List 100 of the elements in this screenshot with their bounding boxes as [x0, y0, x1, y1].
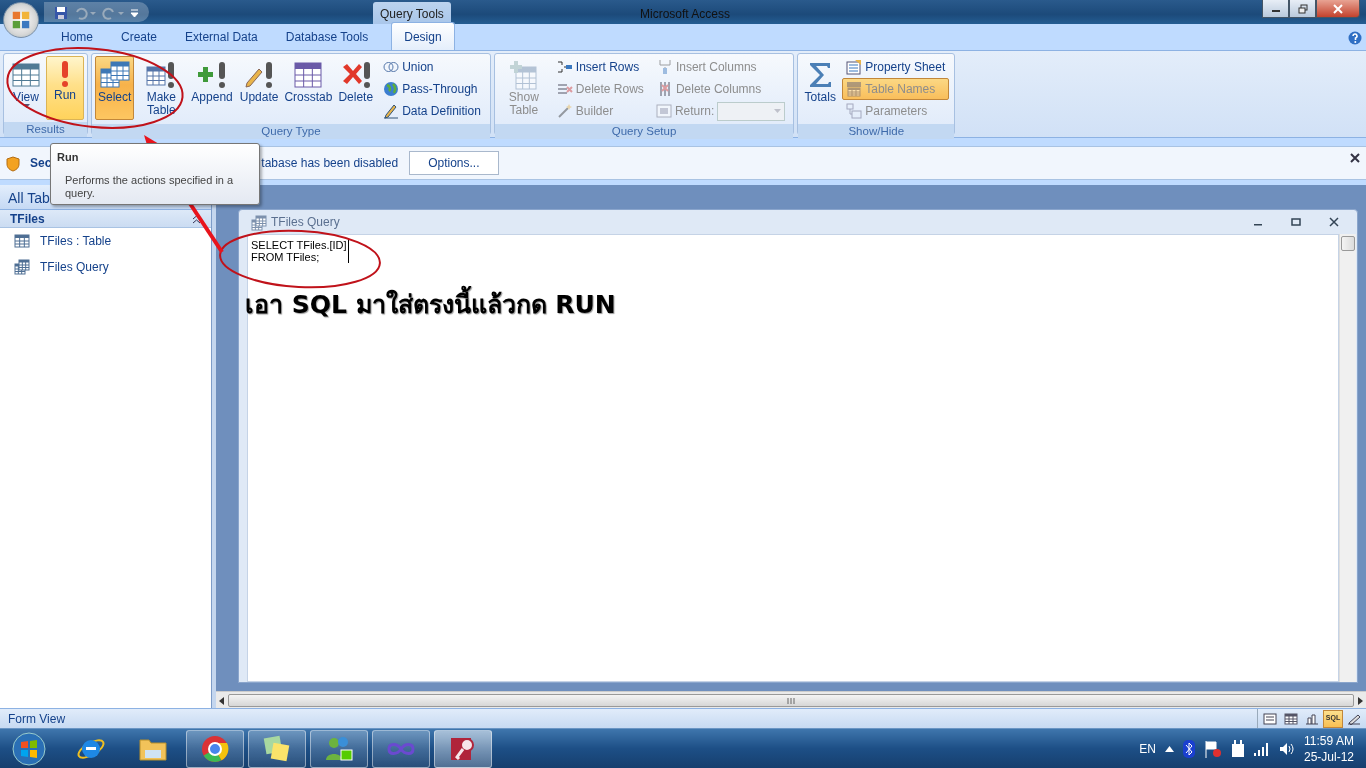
navigation-item[interactable]: TFiles : Table — [0, 228, 211, 254]
design-view-icon — [1347, 712, 1361, 725]
status-text: Form View — [8, 710, 66, 728]
wand-icon — [556, 103, 573, 119]
tooltip-title: Run — [57, 150, 80, 165]
help-icon — [1348, 30, 1362, 45]
chrome-icon — [200, 733, 230, 764]
window-title: Microsoft Access — [640, 6, 731, 23]
scroll-left-icon[interactable] — [219, 696, 225, 705]
bluetooth-icon — [1182, 739, 1195, 758]
options-button[interactable]: Options... — [409, 151, 499, 175]
sticky-notes-icon — [262, 733, 292, 764]
globe-icon — [383, 81, 400, 97]
field-label: Return: — [674, 103, 715, 120]
power-plug-icon — [1230, 739, 1245, 758]
table-icon — [14, 234, 30, 248]
taskbar-app[interactable] — [434, 729, 492, 768]
return-icon — [655, 103, 672, 119]
pencil-icon — [383, 103, 400, 119]
ribbon-button[interactable]: Make Table — [135, 56, 188, 120]
group-label: Query Type — [92, 124, 490, 139]
undo-arrow-icon — [74, 5, 96, 20]
vertical-scrollbar[interactable] — [1339, 234, 1356, 682]
ribbon-button[interactable]: Union — [379, 56, 485, 78]
restore-icon — [1297, 3, 1308, 14]
clock-time[interactable]: 11:59 AM — [1303, 732, 1354, 749]
delete-rows-icon — [556, 81, 573, 97]
taskbar-app[interactable] — [310, 729, 368, 768]
ribbon-tab[interactable]: Design — [391, 22, 455, 50]
clock-date[interactable]: 25-Jul-12 — [1303, 748, 1354, 765]
horizontal-scrollbar[interactable] — [216, 691, 1366, 708]
language-indicator[interactable]: EN — [1139, 739, 1156, 758]
pivot-table-icon — [1284, 712, 1298, 725]
scroll-thumb[interactable] — [228, 693, 1354, 707]
contextual-tab-label: Query Tools — [373, 2, 451, 24]
parameters-icon — [846, 103, 863, 119]
redo-arrow-icon — [102, 5, 124, 20]
close-icon — [1329, 217, 1339, 227]
query-icon — [14, 259, 30, 275]
scroll-thumb[interactable] — [1341, 236, 1355, 251]
insert-rows-icon — [556, 59, 573, 75]
flag-icon — [1203, 739, 1222, 758]
restore-button[interactable] — [1289, 0, 1316, 18]
caret-icon — [774, 109, 782, 113]
shield-icon — [6, 155, 20, 172]
group-label: TFiles — [10, 210, 45, 228]
navigation-item[interactable]: TFiles Query — [0, 254, 211, 280]
close-button[interactable] — [1316, 0, 1360, 18]
maximize-icon — [1291, 218, 1301, 226]
close-icon — [1333, 3, 1343, 14]
minimize-button[interactable] — [1262, 0, 1289, 18]
ribbon-button[interactable]: Crosstab — [282, 56, 335, 120]
property-sheet-icon — [846, 59, 863, 75]
signal-bars-icon — [1253, 742, 1270, 757]
grip-icon — [787, 697, 795, 704]
triangle-up-icon[interactable] — [1164, 746, 1174, 753]
taskbar-app[interactable] — [372, 729, 430, 768]
ribbon-tab[interactable]: Home — [48, 22, 106, 50]
table-plus-icon — [507, 59, 540, 91]
ribbon-button[interactable]: Select — [95, 56, 135, 120]
pivot-chart-icon — [1305, 712, 1319, 725]
office-button[interactable] — [3, 2, 39, 38]
tooltip-text: Performs the actions specified in a query. — [65, 173, 235, 200]
form-view-icon — [1263, 712, 1277, 725]
ribbon-button[interactable]: Property Sheet — [842, 56, 950, 78]
ribbon-button[interactable]: Delete — [335, 56, 377, 120]
group-header[interactable]: TFiles — [0, 210, 211, 228]
caret-icon — [130, 7, 139, 18]
security-warning-text: tabase has been disabled — [261, 155, 399, 172]
ribbon-button[interactable]: Update — [236, 56, 282, 120]
annotation-text: เอา SQL มาใส่ตรงนี้แล้วกด RUN — [245, 286, 616, 324]
insert-columns-icon — [656, 59, 673, 75]
exclamation-icon — [61, 59, 69, 89]
group-label: Query Setup — [494, 124, 794, 139]
ribbon-tab[interactable]: External Data — [172, 22, 271, 50]
ribbon-tab[interactable]: Create — [108, 22, 171, 50]
sql-editor[interactable]: SELECT TFiles.[ID] FROM TFiles; เอา SQL มาใส่ตรงนี้แล้วกด RUN — [247, 234, 1339, 682]
ribbon-button[interactable]: Insert Rows — [552, 56, 648, 78]
table-names-icon — [846, 81, 863, 97]
scroll-right-icon[interactable] — [1357, 696, 1363, 705]
ribbon-tab[interactable]: Database Tools — [272, 22, 382, 50]
table-grid-icon — [292, 59, 325, 91]
group-label: Show/Hide — [798, 124, 955, 139]
security-warning-text: Sec — [30, 155, 52, 172]
ribbon-button[interactable]: Data Definition — [379, 100, 485, 122]
taskbar-app[interactable] — [186, 729, 244, 768]
ribbon-button[interactable]: Pass-Through — [379, 78, 485, 100]
circles-icon — [383, 59, 400, 75]
ribbon-button[interactable]: Totals — [801, 56, 840, 120]
group-label: Results — [4, 122, 87, 137]
windows-orb-icon — [12, 731, 46, 766]
speaker-icon — [1278, 742, 1295, 757]
query-icon — [251, 214, 267, 231]
ribbon-button[interactable]: Run — [46, 56, 84, 120]
window-title: TFiles Query — [271, 214, 341, 231]
ribbon-button[interactable]: Append — [188, 56, 236, 120]
sql-text: SELECT TFiles.[ID] FROM TFiles; — [251, 239, 349, 263]
taskbar-app[interactable] — [248, 729, 306, 768]
chevron-icon — [192, 214, 201, 224]
tables-icon — [98, 59, 131, 91]
